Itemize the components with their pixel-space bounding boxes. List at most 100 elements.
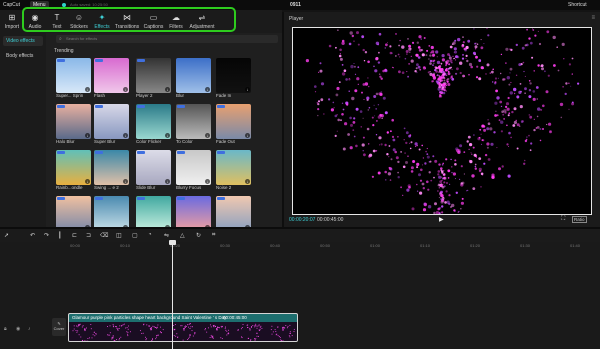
cover-label: Cover xyxy=(53,326,65,331)
select-icon[interactable]: ➚ xyxy=(4,232,9,239)
time-tick: 00:10 xyxy=(120,243,131,248)
tool-import[interactable]: ⊞ Import xyxy=(2,10,22,33)
download-icon[interactable]: ↓ xyxy=(205,179,210,184)
download-icon[interactable]: ↓ xyxy=(245,133,250,138)
freeze-icon[interactable]: ▢ xyxy=(132,232,138,239)
crop-clip-icon[interactable]: ⌗ xyxy=(212,232,215,239)
effect-thumbnail: ↓ xyxy=(56,58,91,93)
playhead[interactable] xyxy=(172,242,173,349)
preview-canvas[interactable] xyxy=(292,27,592,215)
effect-card[interactable]: ↓ Fade In xyxy=(216,58,252,98)
effect-card[interactable]: ↓ Flash xyxy=(94,58,130,98)
effect-card[interactable]: ↓ Rainb...ondle xyxy=(56,150,92,190)
effect-thumbnail: ↓ xyxy=(176,150,211,185)
effect-label: Fade In xyxy=(216,93,232,98)
effect-card[interactable]: ↓ To Color xyxy=(176,104,212,144)
download-icon[interactable]: ↓ xyxy=(123,179,128,184)
pro-badge xyxy=(57,105,65,108)
split-right-icon[interactable]: ⊐ xyxy=(86,232,91,239)
download-icon[interactable]: ↓ xyxy=(205,133,210,138)
effect-thumbnail: ↓ xyxy=(136,58,171,93)
shortcuts-button[interactable]: Shortcut xyxy=(568,2,587,8)
effect-label: Super Blur xyxy=(94,139,116,144)
pro-badge xyxy=(137,151,145,154)
effect-card[interactable]: ↓ Super... Sprin xyxy=(56,58,92,98)
undo-icon[interactable]: ↶ xyxy=(30,232,35,239)
clip-thumbnails xyxy=(69,322,297,341)
lock-track-icon[interactable]: 🔒︎ xyxy=(4,326,7,332)
download-icon[interactable]: ↓ xyxy=(85,133,90,138)
crop-icon[interactable]: ⛶ xyxy=(561,216,565,223)
delete-icon[interactable]: ⌫ xyxy=(100,232,108,239)
effect-thumbnail: ↓ xyxy=(94,58,129,93)
sidebar-item-video-effects[interactable]: Video effects xyxy=(3,36,43,46)
download-icon[interactable]: ↓ xyxy=(165,133,170,138)
effect-card[interactable]: ↓ xyxy=(176,196,212,231)
effect-thumbnail: ↓ xyxy=(56,196,91,231)
effect-card[interactable]: ↓ Player 2 xyxy=(136,58,172,98)
effect-thumbnail: ↓ xyxy=(176,104,211,139)
import-icon: ⊞ xyxy=(8,13,16,22)
download-icon[interactable]: ↓ xyxy=(245,179,250,184)
effect-thumbnail: ↓ xyxy=(56,150,91,185)
effect-thumbnail: ↓ xyxy=(216,58,251,93)
rotate-icon[interactable]: ↻ xyxy=(196,232,201,239)
effect-thumbnail: ↓ xyxy=(94,150,129,185)
effect-label: Player 2 xyxy=(136,93,153,98)
effect-card[interactable]: ↓ Noise 2 xyxy=(216,150,252,190)
search-placeholder: Search for effects xyxy=(66,36,98,41)
effect-card[interactable]: ↓ Fade Out xyxy=(216,104,252,144)
effect-card[interactable]: ↓ Halo Blur xyxy=(56,104,92,144)
speed-icon[interactable]: ◔ xyxy=(148,232,152,238)
mask-icon[interactable]: ◫ xyxy=(116,232,122,239)
effect-label: Blur xyxy=(176,93,185,98)
download-icon[interactable]: ↓ xyxy=(85,87,90,92)
effect-card[interactable]: ↓ Slide Blur xyxy=(136,150,172,190)
time-tick: 00:40 xyxy=(270,243,281,248)
effect-label: Rainb...ondle xyxy=(56,185,83,190)
reverse-icon[interactable]: ⇋ xyxy=(164,232,169,239)
effect-card[interactable]: ↓ xyxy=(216,196,252,231)
download-icon[interactable]: ↓ xyxy=(123,87,128,92)
effect-card[interactable]: ↓ Color Flicker xyxy=(136,104,172,144)
pro-badge xyxy=(95,197,103,200)
mute-track-icon[interactable]: ♪ xyxy=(28,326,31,332)
download-icon[interactable]: ↓ xyxy=(205,87,210,92)
play-icon[interactable]: ▶ xyxy=(439,216,444,223)
download-icon[interactable]: ↓ xyxy=(165,87,170,92)
effect-card[interactable]: ↓ xyxy=(94,196,130,231)
effect-thumbnail: ↓ xyxy=(136,104,171,139)
split-left-icon[interactable]: ⊏ xyxy=(72,232,77,239)
pro-badge xyxy=(177,197,185,200)
time-tick: 01:30 xyxy=(520,243,531,248)
download-icon[interactable]: ↓ xyxy=(245,87,250,92)
search-input[interactable]: ⌕ Search for effects xyxy=(56,35,278,43)
effect-card[interactable]: ↓ Blurry Focus xyxy=(176,150,212,190)
effect-card[interactable]: ↓ xyxy=(56,196,92,231)
time-tick: 00:50 xyxy=(320,243,331,248)
effect-card[interactable]: ↓ Blur xyxy=(176,58,212,98)
effects-panel: ⌕ Search for effects Trending ↓ Super... … xyxy=(46,33,282,231)
ratio-button[interactable]: Ratio xyxy=(572,216,587,223)
effect-thumbnail: ↓ xyxy=(176,196,211,231)
effect-card[interactable]: ↓ Swing ... e 2 xyxy=(94,150,130,190)
mirror-icon[interactable]: △ xyxy=(180,232,185,239)
download-icon[interactable]: ↓ xyxy=(123,133,128,138)
timeline-toolbar: ➚ ↶ ↷ ┃ ⊏ ⊐ ⌫ ◫ ▢ ◔ ⇋ △ ↻ ⌗ xyxy=(0,227,600,242)
effect-card[interactable]: ↓ Super Blur xyxy=(94,104,130,144)
redo-icon[interactable]: ↷ xyxy=(44,232,49,239)
current-time: 00:00:20:07 xyxy=(289,217,316,223)
sidebar-item-body-effects[interactable]: Body effects xyxy=(3,51,43,61)
player-title: Player xyxy=(289,16,304,22)
video-clip[interactable]: Glamour purple pink particles shape hear… xyxy=(68,313,298,342)
pro-badge xyxy=(217,105,225,108)
project-title: 0911 xyxy=(290,2,301,8)
effect-card[interactable]: ↓ xyxy=(136,196,172,231)
split-icon[interactable]: ┃ xyxy=(58,232,62,239)
cover-button[interactable]: ✎ Cover xyxy=(52,318,66,336)
player-menu-icon[interactable]: ≡ xyxy=(591,15,595,21)
hide-track-icon[interactable]: ◉ xyxy=(16,326,20,332)
player-panel: Player ≡ 00:00:20:07 00:00:45:00 ▶ ⛶ Rat… xyxy=(282,12,600,227)
download-icon[interactable]: ↓ xyxy=(85,179,90,184)
download-icon[interactable]: ↓ xyxy=(165,179,170,184)
